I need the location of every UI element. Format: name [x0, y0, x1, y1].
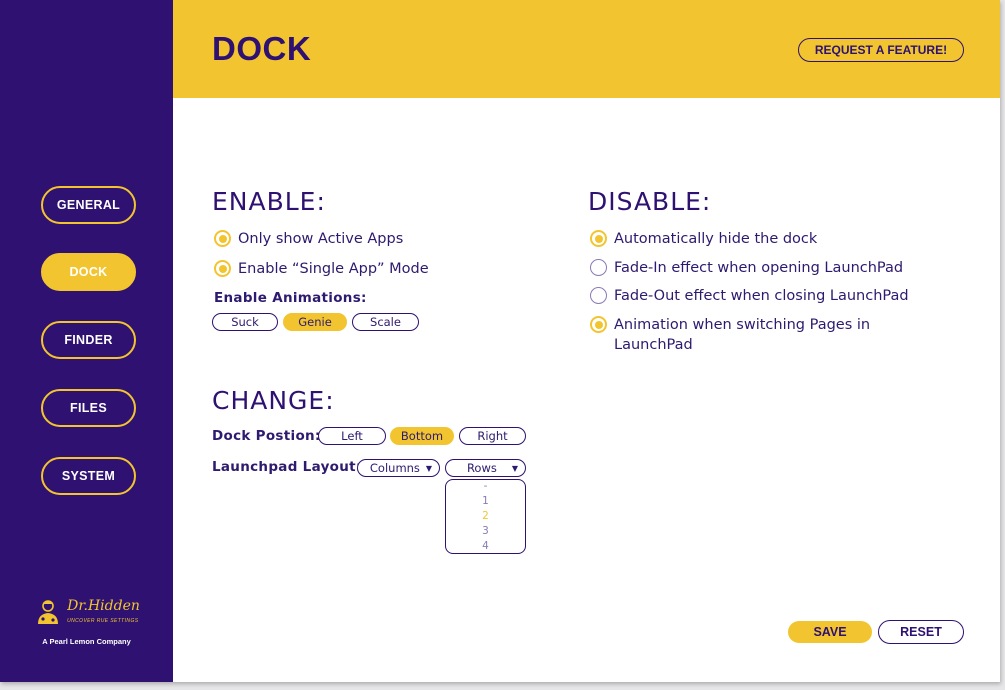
rows-select[interactable]: Rows ▼ [445, 459, 526, 477]
brand-name: Dr.Hidden [67, 597, 140, 614]
dropdown-option[interactable]: - [446, 479, 525, 494]
enable-section-title: ENABLE: [212, 187, 326, 216]
change-section-title: CHANGE: [212, 386, 335, 415]
sidebar-item-dock[interactable]: DOCK [41, 253, 136, 291]
request-feature-button[interactable]: REQUEST A FEATURE! [798, 38, 964, 62]
dock-position-bottom[interactable]: Bottom [390, 427, 454, 445]
disable-option-fade-in[interactable]: Fade-In effect when opening LaunchPad [590, 258, 903, 278]
sidebar: GENERAL DOCK FINDER FILES SYSTEM Dr.Hidd… [0, 0, 173, 682]
dropdown-option-selected[interactable]: 2 [446, 509, 525, 524]
dock-position-label: Dock Postion: [212, 428, 321, 444]
page-title: DOCK [212, 30, 312, 67]
dropdown-option[interactable]: 3 [446, 524, 525, 539]
sidebar-item-files[interactable]: FILES [41, 389, 136, 427]
columns-select-value: Columns [369, 461, 420, 475]
sidebar-item-general[interactable]: GENERAL [41, 186, 136, 224]
chevron-down-icon: ▼ [511, 463, 518, 473]
radio-button[interactable] [214, 230, 231, 247]
radio-button[interactable] [590, 287, 607, 304]
rows-select-value: Rows [466, 461, 497, 475]
header: DOCK REQUEST A FEATURE! [173, 0, 1000, 98]
sidebar-item-finder[interactable]: FINDER [41, 321, 136, 359]
sidebar-item-system[interactable]: SYSTEM [41, 457, 136, 495]
enable-option-active-apps[interactable]: Only show Active Apps [214, 229, 403, 249]
launchpad-layout-label: Launchpad Layout: [212, 459, 362, 475]
enable-option-single-app[interactable]: Enable “Single App” Mode [214, 259, 429, 279]
radio-button[interactable] [214, 260, 231, 277]
brand-logo: Dr.Hidden UNCOVER RUE SETTINGS A Pearl L… [0, 596, 173, 646]
animation-option-genie[interactable]: Genie [283, 313, 347, 331]
dropdown-option[interactable]: 4 [446, 539, 525, 554]
doctor-logo-icon [33, 596, 63, 630]
chevron-down-icon: ▼ [425, 463, 432, 473]
option-label: Enable “Single App” Mode [238, 261, 429, 277]
animation-option-suck[interactable]: Suck [212, 313, 278, 331]
disable-option-fade-out[interactable]: Fade-Out effect when closing LaunchPad [590, 286, 909, 306]
option-label: Automatically hide the dock [614, 231, 818, 247]
option-label: Fade-Out effect when closing LaunchPad [614, 288, 909, 304]
disable-section-title: DISABLE: [588, 187, 712, 216]
radio-button[interactable] [590, 259, 607, 276]
columns-select[interactable]: Columns ▼ [357, 459, 440, 477]
save-button[interactable]: SAVE [788, 621, 872, 643]
option-label: Only show Active Apps [238, 231, 404, 247]
disable-option-page-animation[interactable]: Animation when switching Pages in Launch… [590, 315, 890, 355]
option-label: Fade-In effect when opening LaunchPad [614, 260, 904, 276]
settings-window: GENERAL DOCK FINDER FILES SYSTEM Dr.Hidd… [0, 0, 1000, 682]
brand-company: A Pearl Lemon Company [42, 637, 131, 646]
dock-position-right[interactable]: Right [459, 427, 526, 445]
option-label: Animation when switching Pages in Launch… [614, 317, 871, 353]
dock-position-left[interactable]: Left [318, 427, 386, 445]
dropdown-option[interactable]: 1 [446, 494, 525, 509]
disable-option-autohide[interactable]: Automatically hide the dock [590, 229, 817, 249]
brand-tagline: UNCOVER RUE SETTINGS [67, 617, 139, 624]
radio-button[interactable] [590, 316, 607, 333]
rows-dropdown-list: - 1 2 3 4 [445, 479, 526, 554]
enable-animations-label: Enable Animations: [214, 290, 367, 306]
animation-option-scale[interactable]: Scale [352, 313, 419, 331]
reset-button[interactable]: RESET [878, 620, 964, 644]
radio-button[interactable] [590, 230, 607, 247]
